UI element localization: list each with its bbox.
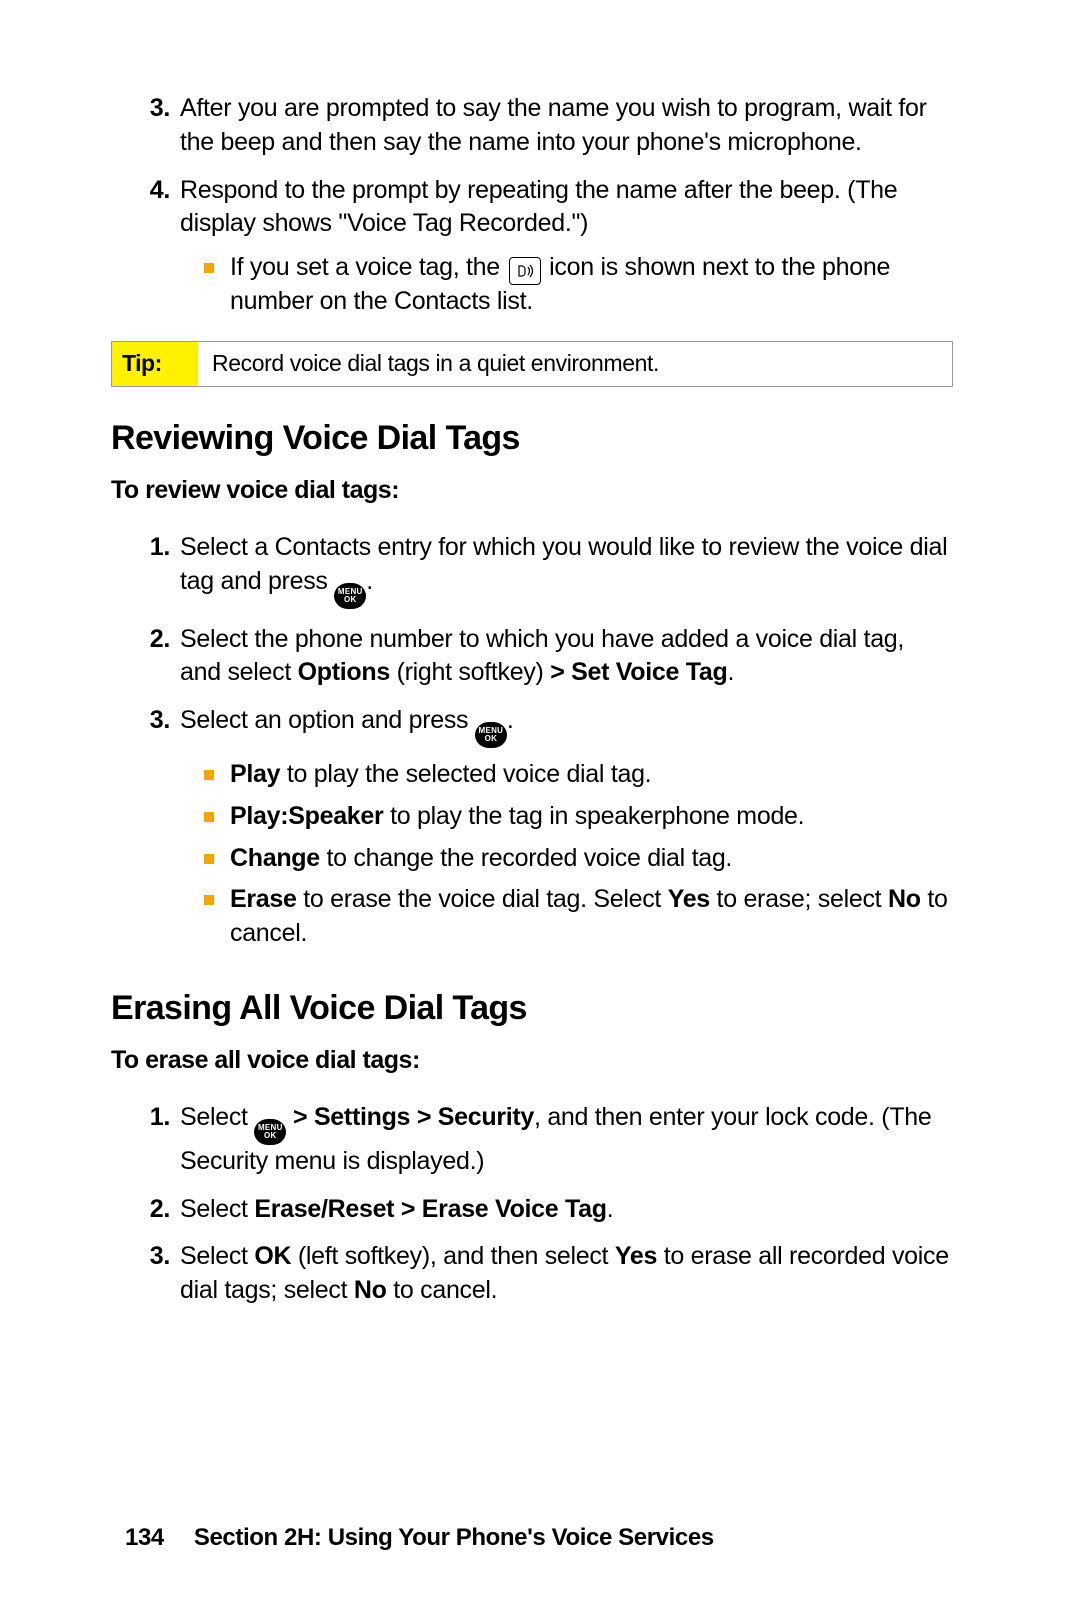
page-number: 134 (125, 1524, 164, 1551)
option-play: Play to play the selected voice dial tag… (228, 758, 950, 792)
section-title: Section 2H: Using Your Phone's Voice Ser… (194, 1524, 714, 1551)
step-4: 4. Respond to the prompt by repeating th… (125, 174, 950, 319)
voice-tag-icon-note: If you set a voice tag, the icon is show… (228, 251, 950, 319)
heading-erasing: Erasing All Voice Dial Tags (111, 989, 950, 1028)
step-number: 2. (130, 1193, 170, 1227)
erase-step-1: 1. Select MENUOK > Settings > Security, … (125, 1101, 950, 1179)
step-number: 4. (130, 174, 170, 208)
tip-label: Tip: (112, 342, 198, 386)
review-options: Play to play the selected voice dial tag… (180, 758, 950, 951)
page-footer: 134 Section 2H: Using Your Phone's Voice … (125, 1524, 714, 1552)
step-4-sublist: If you set a voice tag, the icon is show… (180, 251, 950, 319)
tip-box: Tip: Record voice dial tags in a quiet e… (111, 341, 953, 387)
tip-text: Record voice dial tags in a quiet enviro… (198, 342, 952, 386)
step-number: 2. (130, 623, 170, 657)
option-change: Change to change the recorded voice dial… (228, 842, 950, 876)
review-step-2: 2. Select the phone number to which you … (125, 623, 950, 691)
step-text: Respond to the prompt by repeating the n… (180, 176, 897, 238)
menu-ok-icon: MENUOK (254, 1119, 286, 1145)
step-number: 1. (130, 531, 170, 565)
step-number: 1. (130, 1101, 170, 1135)
erasing-steps: 1. Select MENUOK > Settings > Security, … (125, 1101, 950, 1308)
menu-ok-icon: MENUOK (475, 722, 507, 748)
option-play-speaker: Play:Speaker to play the tag in speakerp… (228, 800, 950, 834)
programming-steps-continued: 3. After you are prompted to say the nam… (125, 92, 950, 319)
review-step-3: 3. Select an option and press MENUOK. Pl… (125, 704, 950, 951)
menu-ok-icon: MENUOK (334, 583, 366, 609)
review-step-1: 1. Select a Contacts entry for which you… (125, 531, 950, 609)
step-number: 3. (130, 1240, 170, 1274)
heading-reviewing: Reviewing Voice Dial Tags (111, 419, 950, 458)
erase-step-2: 2. Select Erase/Reset > Erase Voice Tag. (125, 1193, 950, 1227)
erase-step-3: 3. Select OK (left softkey), and then se… (125, 1240, 950, 1308)
step-number: 3. (130, 704, 170, 738)
voice-tag-icon (509, 257, 541, 285)
step-3: 3. After you are prompted to say the nam… (125, 92, 950, 160)
reviewing-steps: 1. Select a Contacts entry for which you… (125, 531, 950, 951)
step-number: 3. (130, 92, 170, 126)
option-erase: Erase to erase the voice dial tag. Selec… (228, 883, 950, 951)
step-text: After you are prompted to say the name y… (180, 94, 927, 156)
lead-reviewing: To review voice dial tags: (111, 476, 950, 505)
lead-erasing: To erase all voice dial tags: (111, 1046, 950, 1075)
manual-page: 3. After you are prompted to say the nam… (0, 0, 1080, 1620)
